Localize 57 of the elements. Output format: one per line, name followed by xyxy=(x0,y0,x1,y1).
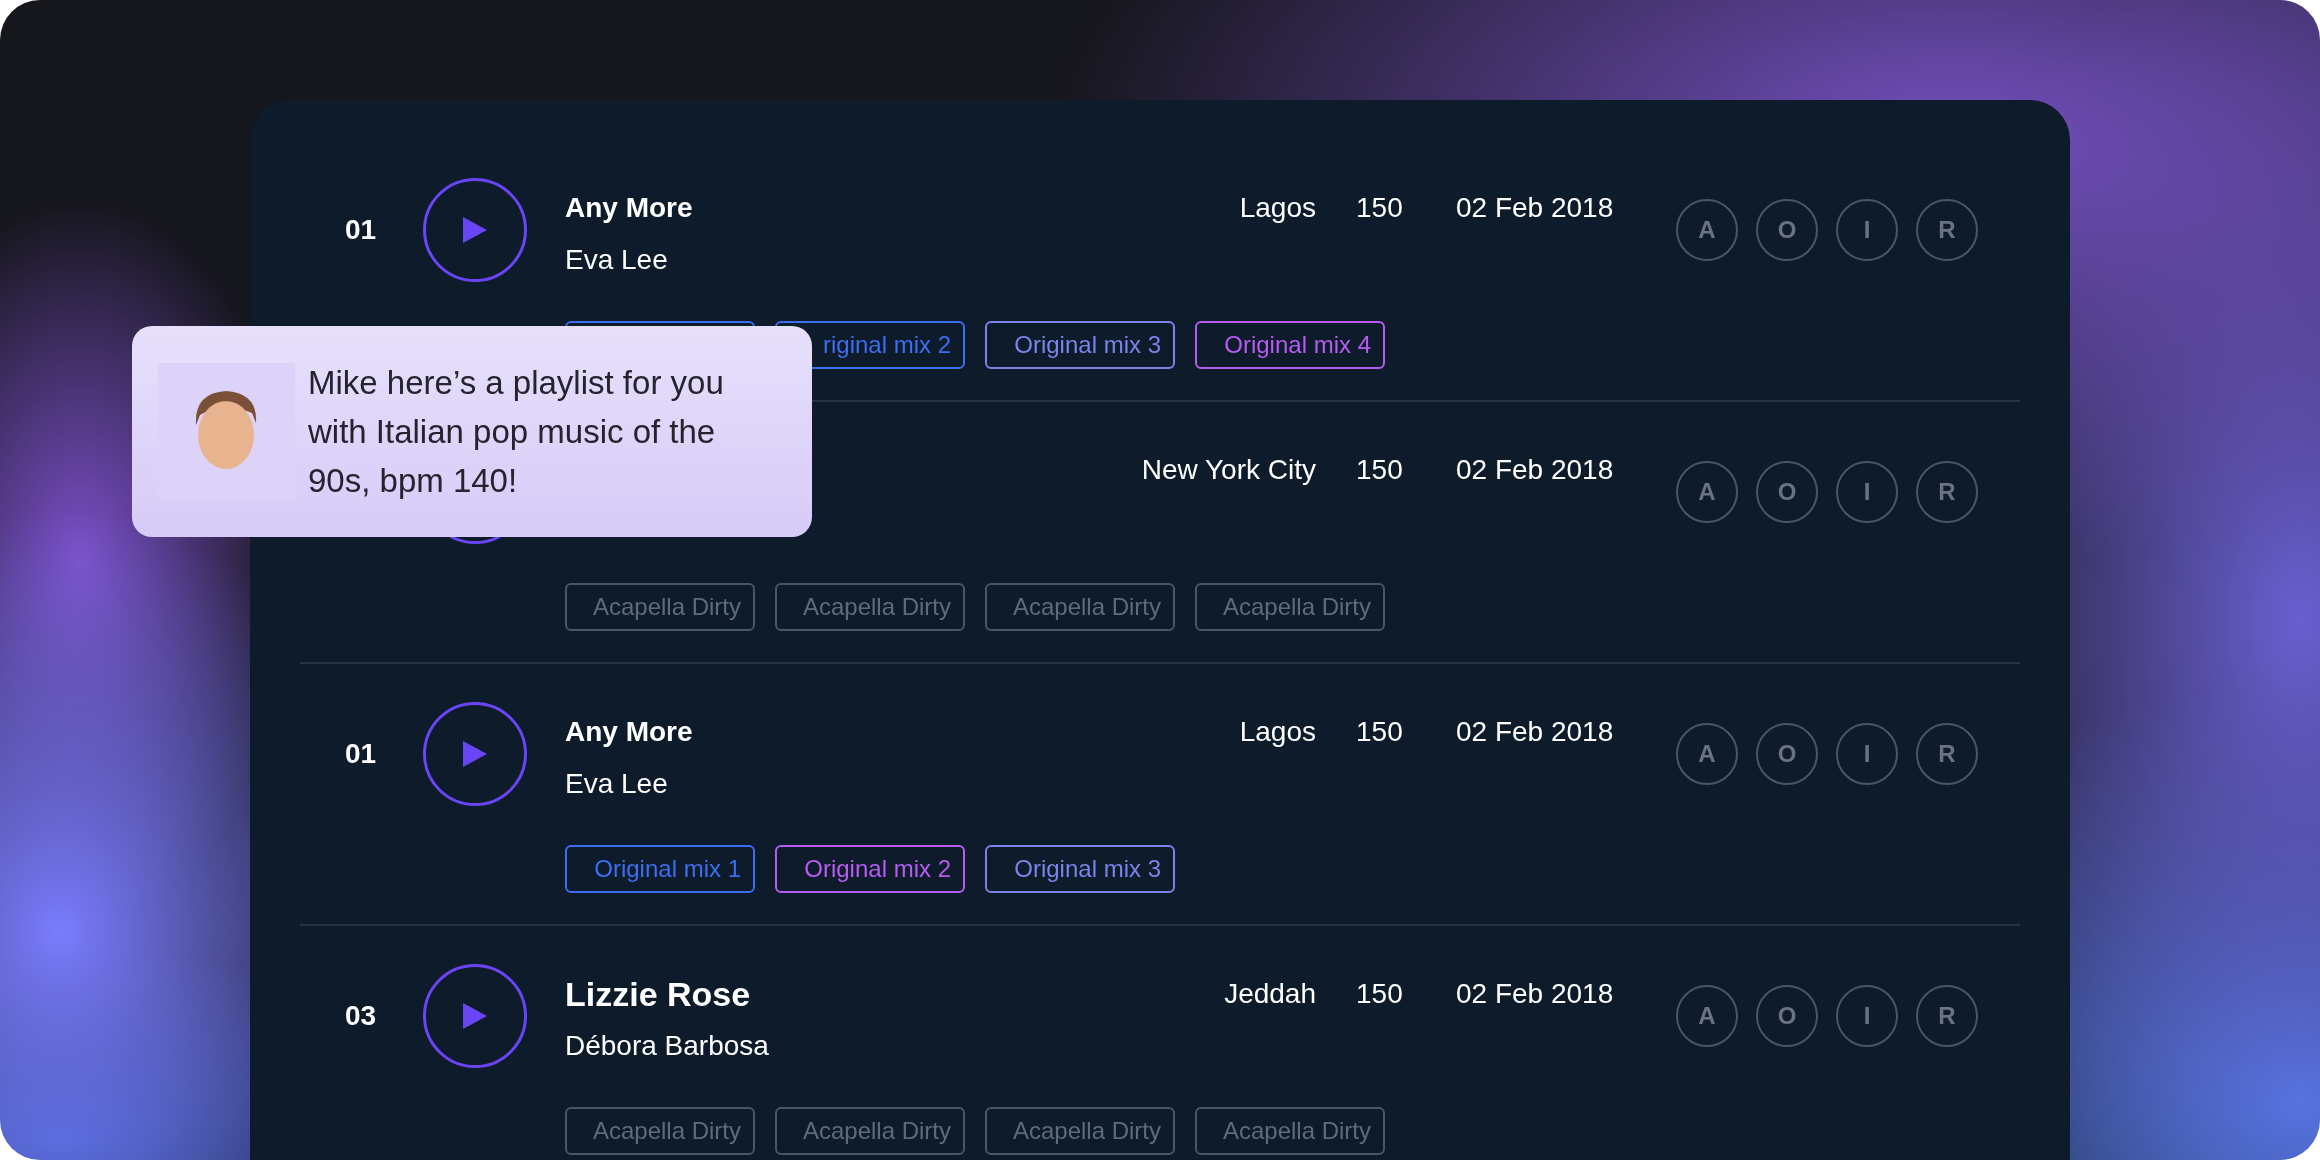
message-text: Mike here’s a playlist for you with Italian pop music of the 90s, bpm 140! xyxy=(308,363,725,501)
bpm-text: 150 xyxy=(1356,453,1404,487)
play-icon xyxy=(461,215,489,245)
tag[interactable]: Acapella Dirty xyxy=(775,1107,965,1155)
letter-toggle[interactable]: O xyxy=(1756,461,1818,523)
letter-toggle[interactable]: A xyxy=(1676,985,1738,1047)
tag[interactable]: Original mix 4 xyxy=(1195,321,1385,369)
play-icon xyxy=(461,739,489,769)
letter-toggle[interactable]: R xyxy=(1916,461,1978,523)
track-number: 01 xyxy=(345,737,377,771)
tag[interactable]: Original mix 2 xyxy=(775,845,965,893)
bpm-text: 150 xyxy=(1356,715,1404,749)
play-icon xyxy=(461,1001,489,1031)
tag[interactable]: Original mix 3 xyxy=(985,321,1175,369)
letter-toggle[interactable]: R xyxy=(1916,985,1978,1047)
location-text: New York City xyxy=(1141,453,1316,487)
letter-toggle[interactable]: I xyxy=(1836,461,1898,523)
artist-name: Débora Barbosa xyxy=(565,1029,770,1063)
tag[interactable]: Original mix 3 xyxy=(985,845,1175,893)
tag[interactable]: Acapella Dirty xyxy=(985,583,1175,631)
track-title: Lizzie Rose xyxy=(565,974,752,1015)
letter-toggle[interactable]: I xyxy=(1836,199,1898,261)
date-text: 02 Feb 2018 xyxy=(1456,715,1615,749)
letter-toggle[interactable]: A xyxy=(1676,723,1738,785)
tag[interactable]: Acapella Dirty xyxy=(985,1107,1175,1155)
letter-toggle[interactable]: A xyxy=(1676,199,1738,261)
bpm-text: 150 xyxy=(1356,977,1404,1011)
tag[interactable]: Original mix 1 xyxy=(565,845,755,893)
tag[interactable]: Acapella Dirty xyxy=(1195,583,1385,631)
tag[interactable]: Acapella Dirty xyxy=(565,1107,755,1155)
bpm-text: 150 xyxy=(1356,191,1404,225)
artist-name: Eva Lee xyxy=(565,243,669,277)
play-button[interactable] xyxy=(423,178,527,282)
tag[interactable]: Acapella Dirty xyxy=(775,583,965,631)
letter-toggle[interactable]: I xyxy=(1836,985,1898,1047)
letter-toggle[interactable]: O xyxy=(1756,723,1818,785)
track-title: Any More xyxy=(565,191,694,225)
date-text: 02 Feb 2018 xyxy=(1456,977,1615,1011)
date-text: 02 Feb 2018 xyxy=(1456,191,1615,225)
tag[interactable]: Acapella Dirty xyxy=(565,583,755,631)
artist-name: Eva Lee xyxy=(565,767,669,801)
location-text: Lagos xyxy=(1239,715,1316,749)
track-title: Any More xyxy=(565,715,694,749)
letter-toggle[interactable]: O xyxy=(1756,199,1818,261)
track-number: 03 xyxy=(345,999,377,1033)
play-button[interactable] xyxy=(423,964,527,1068)
letter-toggle[interactable]: A xyxy=(1676,461,1738,523)
letter-toggle[interactable]: O xyxy=(1756,985,1818,1047)
location-text: Jeddah xyxy=(1224,977,1316,1011)
track-number: 01 xyxy=(345,213,377,247)
play-button[interactable] xyxy=(423,702,527,806)
location-text: Lagos xyxy=(1239,191,1316,225)
tag[interactable]: Acapella Dirty xyxy=(1195,1107,1385,1155)
date-text: 02 Feb 2018 xyxy=(1456,453,1615,487)
letter-toggle[interactable]: R xyxy=(1916,723,1978,785)
letter-toggle[interactable]: I xyxy=(1836,723,1898,785)
letter-toggle[interactable]: R xyxy=(1916,199,1978,261)
